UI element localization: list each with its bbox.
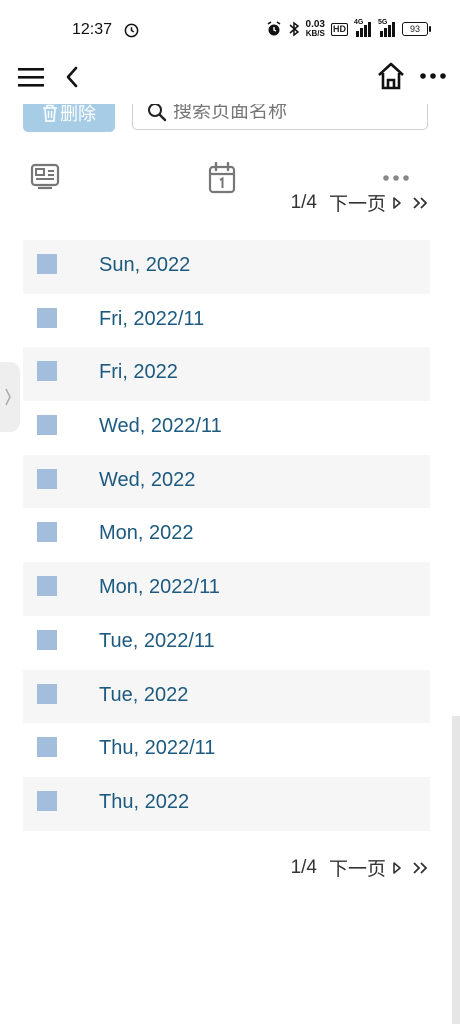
row-checkbox[interactable] [37, 629, 57, 650]
sidebar-toggle[interactable] [0, 362, 20, 432]
page-link[interactable]: Thu, 2022 [99, 791, 189, 814]
home-icon[interactable] [376, 61, 406, 91]
list-item[interactable]: Wed, 2022 [23, 454, 430, 509]
battery-indicator: 93 [402, 22, 431, 36]
list-item[interactable]: Fri, 2022 [23, 347, 430, 402]
page-link[interactable]: Mon, 2022 [99, 522, 194, 545]
list-item[interactable]: Wed, 2022/11 [23, 401, 430, 455]
search-input[interactable] [171, 104, 415, 124]
list-item[interactable]: Thu, 2022/11 [23, 723, 430, 777]
layout-icon[interactable] [30, 163, 60, 191]
scrollbar-thumb[interactable] [452, 716, 460, 1024]
list-item[interactable]: Tue, 2022/11 [23, 616, 430, 670]
signal-5g: 5G [378, 19, 396, 37]
app-bar [0, 58, 460, 102]
row-checkbox[interactable] [37, 415, 57, 436]
trash-icon [43, 104, 57, 122]
signal-4g: 4G [354, 19, 372, 37]
page-link[interactable]: Mon, 2022/11 [99, 576, 220, 599]
status-time: 12:37 [72, 21, 113, 38]
status-bar: 12:37 0.03 KB/S HD 4G 5G 93 [0, 0, 460, 60]
delete-button[interactable]: 删除 [23, 104, 115, 132]
last-page-icon[interactable] [412, 196, 428, 210]
row-checkbox[interactable] [37, 576, 57, 597]
search-box[interactable] [132, 104, 428, 130]
next-page-link[interactable]: 下一页 [329, 189, 386, 216]
status-icons: 0.03 KB/S HD 4G 5G 93 [266, 19, 431, 38]
row-checkbox[interactable] [37, 307, 57, 328]
delete-button-label: 删除 [60, 104, 96, 124]
pager-top: 1/4 下一页 [291, 189, 428, 216]
row-checkbox[interactable] [37, 361, 57, 382]
list-item[interactable]: Mon, 2022/11 [23, 562, 430, 616]
page-indicator: 1/4 [290, 191, 317, 213]
row-checkbox[interactable] [37, 468, 57, 489]
page-link[interactable]: Sun, 2022 [99, 254, 190, 277]
row-checkbox[interactable] [37, 683, 57, 704]
net-speed: 0.03 KB/S [305, 19, 325, 38]
list-item[interactable]: Thu, 2022 [23, 776, 430, 831]
calendar-icon[interactable] [208, 162, 236, 194]
page-indicator: 1/4 [290, 856, 317, 878]
toolbar: 删除 [0, 104, 460, 134]
back-icon[interactable] [64, 65, 80, 89]
page-list: Sun, 2022 Fri, 2022/11 Fri, 2022 Wed, 20… [23, 240, 430, 831]
page-link[interactable]: Tue, 2022 [99, 684, 188, 707]
list-item[interactable]: Sun, 2022 [23, 240, 430, 294]
next-page-icon[interactable] [392, 861, 402, 875]
more-options-icon[interactable] [382, 174, 410, 182]
bluetooth-icon [289, 21, 299, 37]
row-checkbox[interactable] [37, 790, 57, 811]
row-checkbox[interactable] [37, 254, 57, 274]
page-link[interactable]: Wed, 2022/11 [99, 415, 222, 438]
next-page-icon[interactable] [392, 196, 402, 210]
list-item[interactable]: Tue, 2022 [23, 669, 430, 724]
hd-badge: HD [331, 22, 348, 36]
row-checkbox[interactable] [37, 737, 57, 758]
next-page-link[interactable]: 下一页 [329, 854, 386, 881]
list-item[interactable]: Fri, 2022/11 [23, 294, 430, 348]
page-link[interactable]: Tue, 2022/11 [99, 630, 215, 653]
menu-icon[interactable] [18, 66, 44, 88]
page-link[interactable]: Wed, 2022 [99, 469, 195, 492]
chevron-right-icon [5, 388, 11, 406]
search-icon [148, 104, 167, 122]
page-link[interactable]: Fri, 2022/11 [99, 308, 204, 331]
page-link[interactable]: Thu, 2022/11 [99, 737, 215, 760]
more-icon[interactable] [420, 72, 446, 80]
page-link[interactable]: Fri, 2022 [99, 361, 178, 384]
row-checkbox[interactable] [37, 522, 57, 543]
pager-bottom: 1/4 下一页 [291, 854, 428, 881]
clock-icon [124, 23, 139, 38]
list-item[interactable]: Mon, 2022 [23, 508, 430, 562]
last-page-icon[interactable] [412, 861, 428, 875]
alarm-icon [267, 21, 280, 36]
